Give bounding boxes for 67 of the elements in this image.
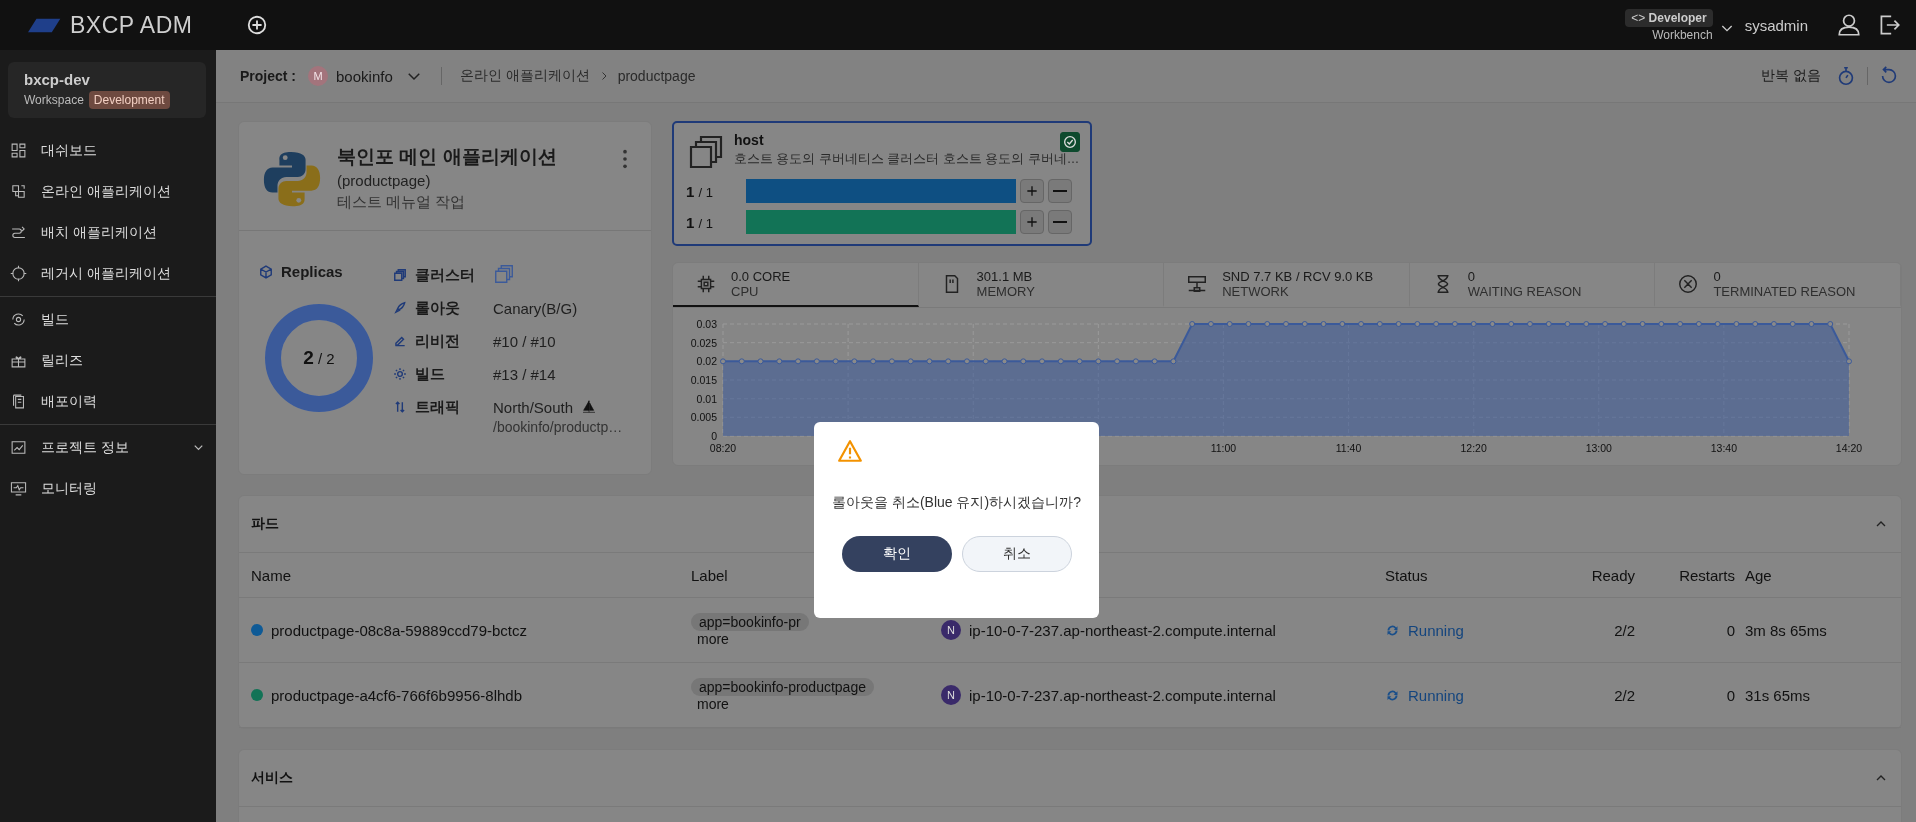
- label-tag: app=bookinfo-productpage: [691, 678, 874, 696]
- x-axis-label: 08:20: [709, 442, 737, 454]
- node-name: ip-10-0-7-237.ap-northeast-2.compute.internal: [969, 621, 1276, 639]
- x-axis-label: 13:00: [1585, 442, 1612, 454]
- x-axis-label: 12:20: [1460, 442, 1487, 454]
- instance-total: / 1: [698, 215, 713, 231]
- x-axis-label: 11:00: [1210, 442, 1237, 454]
- dialog-message: 롤아웃을 취소(Blue 유지)하시겠습니까?: [832, 494, 1081, 512]
- pod-status: Running: [1408, 621, 1464, 639]
- project-avatar: M: [308, 66, 328, 86]
- table-cell-text: 0: [1725, 686, 1736, 704]
- instance-count: 1: [686, 182, 695, 200]
- x-axis-label: 11:40: [1335, 442, 1362, 454]
- y-axis-label: 0.01: [696, 392, 717, 405]
- replicas-total: / 2: [317, 349, 335, 367]
- pod-status: Running: [1408, 686, 1464, 704]
- host-description: 호스트 용도의 쿠버네티스 클러스터 호스트 용도의 쿠버네…: [734, 151, 1080, 168]
- table-cell-text: 2/2: [1613, 686, 1636, 704]
- user-name: sysadmin: [1744, 16, 1808, 34]
- replicas-current: 2: [303, 347, 314, 369]
- app-description: 테스트 메뉴얼 작업: [337, 193, 467, 212]
- info-subvalue: /bookinfo/productp…: [493, 419, 623, 435]
- column-header: Age: [1745, 566, 1772, 584]
- info-value: North/South: [493, 398, 574, 416]
- column-header: Status: [1385, 566, 1428, 584]
- table-cell-text: 3m 8s 65ms: [1745, 621, 1828, 639]
- app-title: 북인포 메인 애플리케이션: [337, 145, 558, 169]
- section-title: 파드: [251, 515, 279, 533]
- workspace-label: Workspace: [24, 93, 84, 107]
- app-logo: BXCP ADM: [70, 11, 193, 39]
- workspace-name: bxcp-dev: [24, 71, 91, 88]
- y-axis-label: 0.025: [690, 336, 717, 349]
- x-axis-label: 13:40: [1710, 442, 1738, 454]
- replicas-label: Replicas: [281, 263, 343, 280]
- section-title: 서비스: [251, 769, 293, 787]
- instance-total: / 1: [698, 184, 713, 200]
- label-tag: app=bookinfo-pr: [691, 613, 809, 631]
- app-subtitle: (productpage): [337, 172, 432, 189]
- table-cell-text: 0: [1725, 621, 1736, 639]
- project-label: Project :: [240, 68, 296, 84]
- info-label: 빌드: [415, 364, 445, 384]
- node-badge: N: [941, 620, 961, 640]
- node-badge: N: [941, 685, 961, 705]
- instance-count: 1: [686, 213, 695, 231]
- y-axis-label: 0.005: [690, 411, 717, 424]
- info-value: Canary(B/G): [493, 299, 578, 317]
- x-axis-label: 14:20: [1835, 442, 1863, 454]
- info-value: #13 / #14: [493, 365, 556, 383]
- column-header: Label: [691, 566, 728, 584]
- y-axis-label: 0.03: [696, 318, 717, 330]
- info-value: #10 / #10: [493, 332, 556, 350]
- y-axis-label: 0.02: [696, 355, 717, 368]
- table-cell-text: 31s 65ms: [1745, 686, 1812, 704]
- column-header: Restarts: [1679, 566, 1736, 584]
- host-name: host: [734, 132, 765, 148]
- info-label: 트래픽: [415, 397, 460, 417]
- y-axis-label: 0: [711, 430, 717, 442]
- info-label: 클러스터: [415, 265, 475, 285]
- environment-tag: Development: [88, 91, 170, 109]
- info-label: 리비전: [415, 331, 460, 351]
- column-header: Ready: [1591, 566, 1636, 584]
- node-name: ip-10-0-7-237.ap-northeast-2.compute.internal: [969, 686, 1276, 704]
- column-header: Name: [251, 566, 291, 584]
- info-label: 롤아웃: [415, 298, 460, 318]
- table-cell-text: 2/2: [1613, 621, 1636, 639]
- y-axis-label: 0.015: [690, 374, 717, 386]
- role-subtitle: Workbench: [1652, 27, 1713, 42]
